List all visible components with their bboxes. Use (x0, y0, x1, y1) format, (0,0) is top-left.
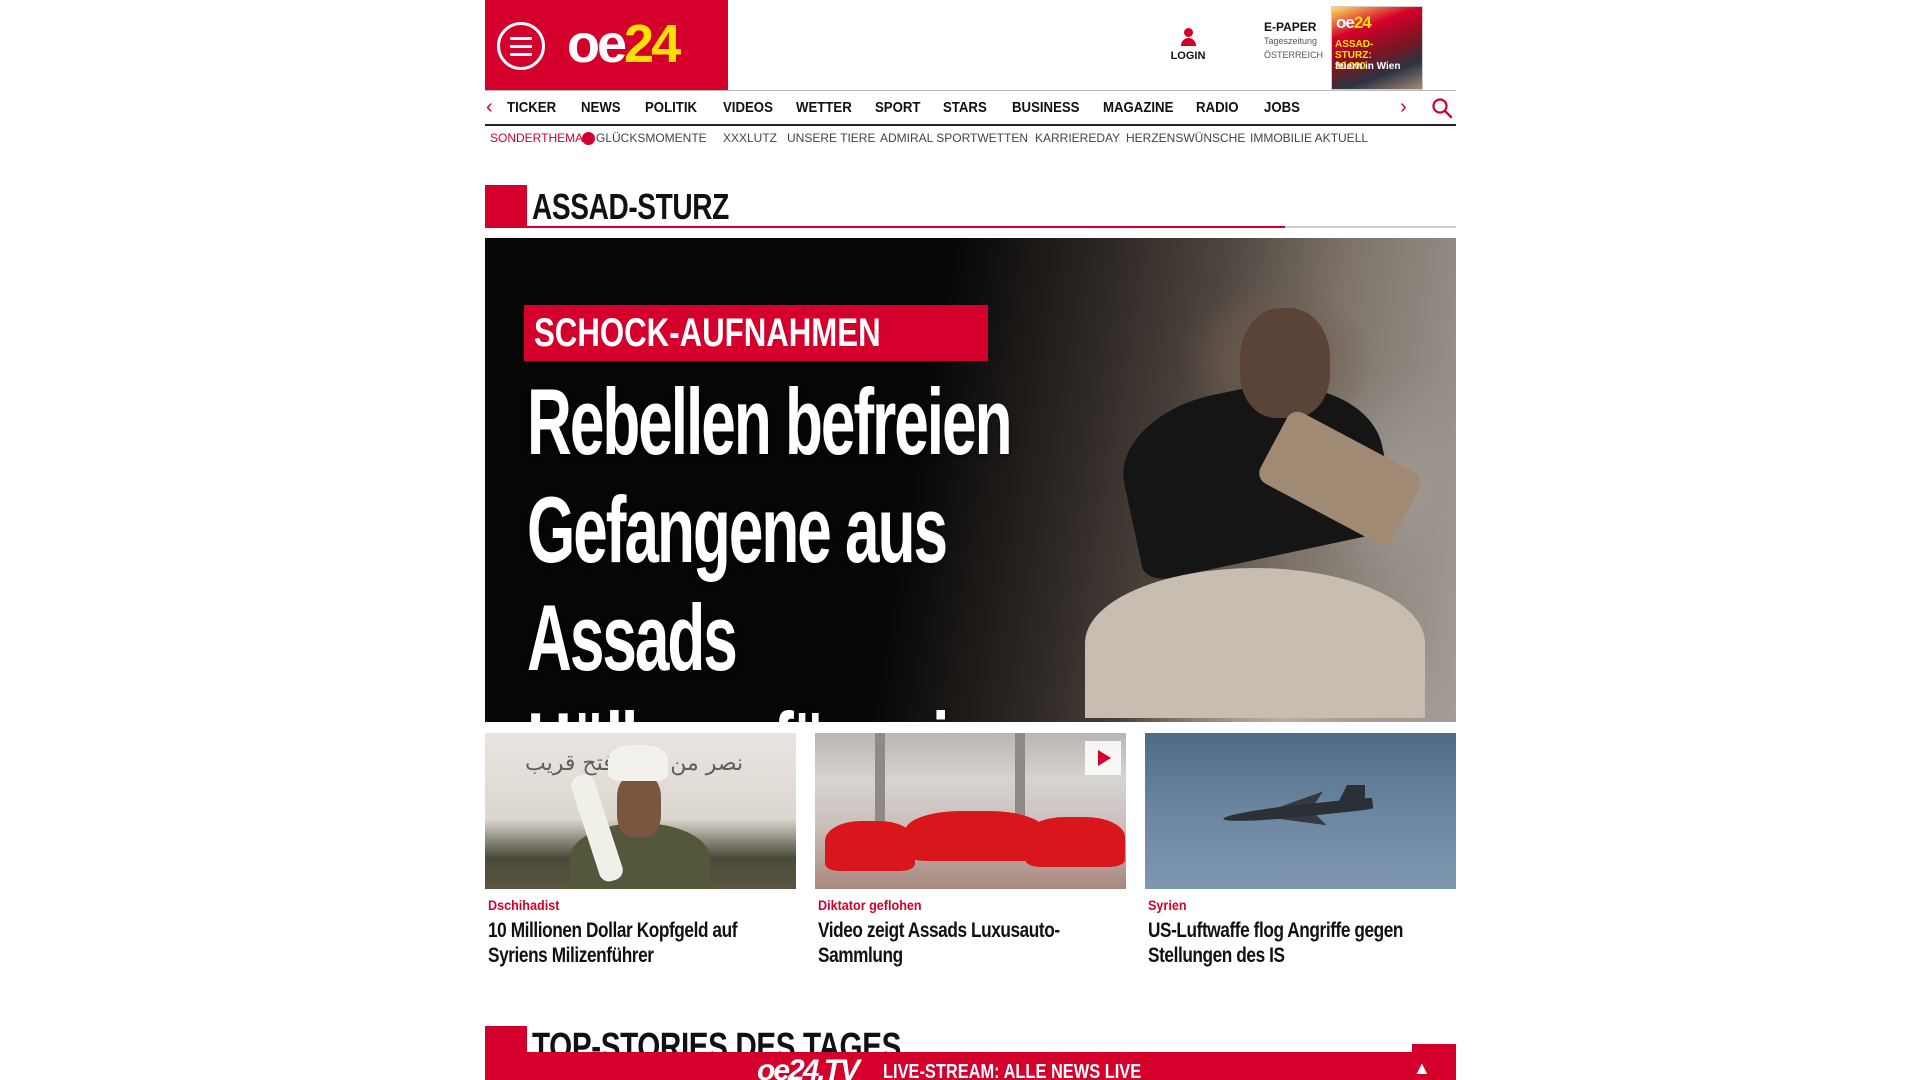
image-shape (875, 733, 885, 823)
nav-item-jobs[interactable]: JOBS (1264, 99, 1300, 116)
hero-kicker-text: SCHOCK-AUFNAHMEN (534, 311, 881, 355)
login-label: LOGIN (1170, 50, 1206, 62)
special-topic-link[interactable]: KARRIEREDAY (1035, 131, 1120, 145)
special-topic-link[interactable]: GLÜCKSMOMENTE (596, 131, 707, 145)
cover-logo: oe24 (1336, 13, 1372, 33)
hero-kicker: SCHOCK-AUFNAHMEN (524, 305, 989, 361)
article-kicker: Dschihadist (488, 897, 560, 913)
article-title: Video zeigt Assads Luxusauto-Sammlung (818, 919, 1060, 967)
epaper-link[interactable]: E-PAPER Tageszeitung ÖSTERREICH (1264, 20, 1323, 62)
section-header: ASSAD-STURZ (485, 185, 1456, 230)
chevron-up-icon[interactable]: ▲ (1413, 1058, 1431, 1079)
nav-scroll-right-icon[interactable]: › (1400, 97, 1407, 117)
article-image: نصر من الله وفتح قريب (485, 733, 796, 889)
hero-headline-line: Rebellen befreien (527, 369, 1012, 474)
article-title: 10 Millionen Dollar Kopfgeld auf Syriens… (488, 919, 738, 967)
image-shape (905, 811, 1045, 861)
nav-item-ticker[interactable]: TICKER (507, 99, 556, 116)
article-title: US-Luftwaffe flog Angriffe gegen Stellun… (1148, 919, 1404, 967)
cover-headline-2: feiern in Wien (1335, 61, 1401, 72)
epaper-subtitle-2: ÖSTERREICH (1264, 50, 1324, 60)
logo-oe: oe (567, 14, 627, 74)
oe24-tv-logo: oe24.TV (757, 1054, 860, 1080)
special-topic-link[interactable]: UNSERE TIERE (787, 131, 875, 145)
main-nav: ‹ TICKER NEWS POLITIK VIDEOS WETTER SPOR… (485, 90, 1456, 126)
menu-line (510, 36, 532, 40)
epaper-cover-thumbnail[interactable]: oe24 ASSAD-STURZ: 30.000 feiern in Wien (1331, 6, 1423, 90)
article-card[interactable]: Diktator geflohen Video zeigt Assads Lux… (815, 733, 1126, 973)
hero-article[interactable]: SCHOCK-AUFNAHMEN Rebellen befreien Gefan… (485, 238, 1456, 722)
special-topic-link[interactable]: IMMOBILIE AKTUELL (1250, 131, 1368, 145)
video-play-icon[interactable] (1085, 741, 1121, 775)
epaper-subtitle: Tageszeitung (1264, 36, 1318, 46)
hero-headline: Rebellen befreien Gefangene aus Assads H… (527, 368, 1121, 722)
nav-item-radio[interactable]: RADIO (1196, 99, 1239, 116)
search-icon[interactable] (1431, 97, 1453, 119)
nav-item-politik[interactable]: POLITIK (645, 99, 697, 116)
hero-image-shape (1240, 308, 1330, 418)
lucky-moments-icon (582, 132, 595, 145)
nav-item-business[interactable]: BUSINESS (1012, 99, 1079, 116)
nav-item-wetter[interactable]: WETTER (796, 99, 852, 116)
menu-line (510, 44, 532, 48)
oe24-logo[interactable]: oe24 (567, 12, 681, 76)
image-shape (1335, 785, 1365, 809)
special-topic-label: SONDERTHEMA: (490, 131, 587, 145)
image-shape (1025, 817, 1125, 867)
user-icon (1180, 28, 1196, 48)
special-topic-link[interactable]: XXXLUTZ (723, 131, 777, 145)
special-topic-link[interactable]: HERZENSWÜNSCHE (1126, 131, 1245, 145)
live-stream-label: LIVE-STREAM: ALLE NEWS LIVE (883, 1061, 1142, 1080)
cover-logo-num: 24 (1353, 13, 1372, 32)
hero-headline-line: Assads Höllengefängnis (527, 585, 982, 722)
cover-logo-oe: oe (1336, 13, 1355, 32)
hamburger-menu-button[interactable] (497, 22, 545, 70)
image-shape (1015, 733, 1025, 823)
page: oe24 LOGIN E-PAPER Tageszeitung ÖSTERREI… (485, 0, 1456, 1080)
hero-image-shape (1085, 568, 1425, 718)
image-shape (825, 821, 915, 871)
brand-box: oe24 (485, 0, 728, 90)
article-card[interactable]: Syrien US-Luftwaffe flog Angriffe gegen … (1145, 733, 1456, 973)
live-bar-tab (1412, 1044, 1456, 1054)
nav-item-videos[interactable]: VIDEOS (723, 99, 773, 116)
login-button[interactable]: LOGIN (1166, 28, 1210, 62)
article-card[interactable]: نصر من الله وفتح قريب Dschihadist 10 Mil… (485, 733, 796, 973)
hero-headline-line: Gefangene aus (527, 477, 948, 582)
article-image (1145, 733, 1456, 889)
nav-scroll-left-icon[interactable]: ‹ (486, 97, 493, 117)
image-shape (617, 775, 661, 837)
nav-item-magazine[interactable]: MAGAZINE (1103, 99, 1173, 116)
image-shape (608, 745, 668, 781)
section-title[interactable]: ASSAD-STURZ (532, 186, 729, 228)
article-image (815, 733, 1126, 889)
logo-num: 24 (624, 14, 681, 74)
menu-line (510, 52, 532, 56)
nav-item-stars[interactable]: STARS (943, 99, 987, 116)
section-marker (485, 185, 527, 228)
section-underline-gray (1285, 226, 1456, 228)
article-kicker: Diktator geflohen (818, 897, 922, 913)
nav-item-sport[interactable]: SPORT (875, 99, 920, 116)
live-stream-bar[interactable]: oe24.TV LIVE-STREAM: ALLE NEWS LIVE ▲ (485, 1044, 1456, 1080)
nav-item-news[interactable]: NEWS (581, 99, 621, 116)
site-header: oe24 LOGIN E-PAPER Tageszeitung ÖSTERREI… (485, 0, 1456, 90)
epaper-title: E-PAPER (1264, 20, 1317, 34)
special-topic-link[interactable]: ADMIRAL SPORTWETTEN (880, 131, 1028, 145)
article-kicker: Syrien (1148, 897, 1187, 913)
